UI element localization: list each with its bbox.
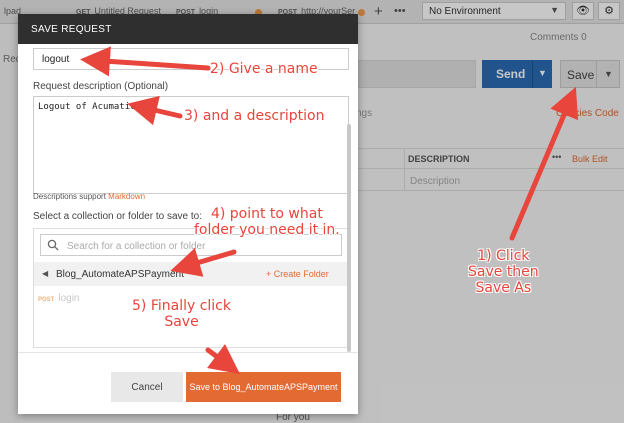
modal-title: SAVE REQUEST — [31, 24, 112, 35]
cancel-button[interactable]: Cancel — [111, 372, 183, 402]
annotation-step4: 4) point to what folder you need it in. — [194, 206, 340, 238]
select-collection-label: Select a collection or folder to save to… — [33, 211, 202, 222]
markdown-note: Descriptions support Markdown — [33, 192, 146, 201]
collection-picker: Search for a collection or folder ◀ Blog… — [33, 228, 349, 348]
back-arrow-icon[interactable]: ◀ — [42, 269, 48, 278]
description-label: Request description (Optional) — [33, 81, 169, 92]
modal-scrollbar[interactable] — [347, 124, 351, 352]
create-folder-button[interactable]: + Create Folder — [266, 269, 329, 279]
folder-row[interactable]: ◀ Blog_AutomateAPSPayment + Create Folde… — [34, 262, 348, 286]
search-placeholder: Search for a collection or folder — [67, 241, 206, 252]
modal-header: SAVE REQUEST — [18, 14, 358, 44]
annotation-step3: 3) and a description — [184, 108, 325, 124]
annotation-step2: 2) Give a name — [210, 61, 318, 77]
folder-name: Blog_AutomateAPSPayment — [56, 269, 184, 280]
annotation-step1: 1) Click Save then Save As — [468, 248, 539, 296]
save-to-folder-button[interactable]: Save to Blog_AutomateAPSPayment — [186, 372, 341, 402]
markdown-link[interactable]: Markdown — [108, 192, 145, 201]
request-list-item: POST login — [38, 293, 80, 304]
annotation-step5: 5) Finally click Save — [132, 298, 231, 330]
search-icon — [47, 239, 59, 251]
